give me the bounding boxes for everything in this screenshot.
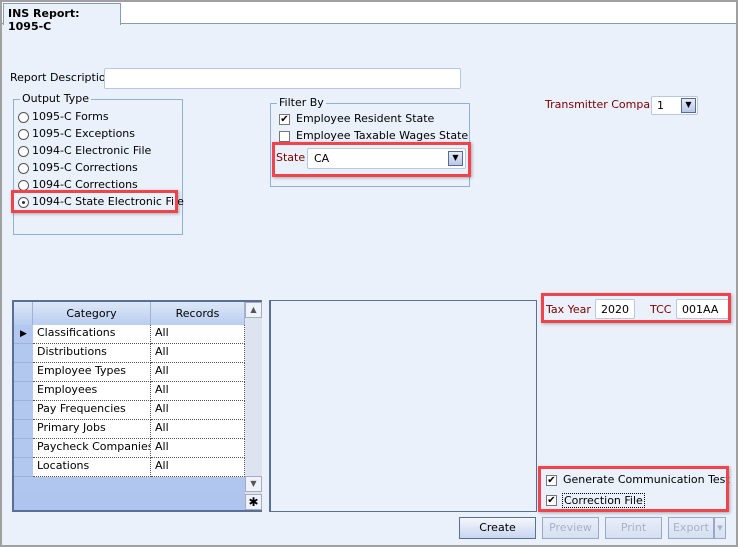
records-cell[interactable]: All <box>151 325 245 344</box>
employee-resident-state-label: Employee Resident State <box>296 112 435 125</box>
category-cell[interactable]: Employee Types <box>33 363 151 382</box>
output-type-legend: Output Type <box>20 92 91 105</box>
highlight-box-tax-year <box>541 293 731 323</box>
row-header[interactable] <box>14 401 33 420</box>
column-header-category[interactable]: Category <box>33 302 151 325</box>
row-header[interactable] <box>14 363 33 382</box>
tab-ins-report[interactable]: INS Report: 1095-C <box>3 3 121 33</box>
table-row[interactable]: Employees All <box>14 382 245 401</box>
row-header-corner <box>14 302 33 325</box>
records-cell[interactable]: All <box>151 439 245 458</box>
table-row[interactable]: Employee Types All <box>14 363 245 382</box>
transmitter-company-dropdown[interactable]: 1 ▼ <box>651 96 698 115</box>
records-cell[interactable]: All <box>151 382 245 401</box>
row-header[interactable] <box>14 420 33 439</box>
category-cell[interactable]: Paycheck Companies <box>33 439 151 458</box>
highlight-box-options <box>538 466 729 512</box>
highlight-box-output-type <box>11 190 178 213</box>
row-header[interactable] <box>14 382 33 401</box>
category-cell[interactable]: Distributions <box>33 344 151 363</box>
radio-icon <box>18 129 29 140</box>
chevron-down-icon[interactable]: ▼ <box>681 98 696 113</box>
detail-panel <box>269 300 537 512</box>
scroll-down-icon[interactable]: ▼ <box>245 476 262 492</box>
grid-scrollbar[interactable]: ▲ ▼ ✱ <box>245 302 262 510</box>
row-header[interactable] <box>14 439 33 458</box>
records-cell[interactable]: All <box>151 363 245 382</box>
category-cell[interactable]: Employees <box>33 382 151 401</box>
table-row[interactable]: Distributions All <box>14 344 245 363</box>
tab-bar: INS Report: 1095-C <box>2 2 736 33</box>
table-row[interactable]: ▶ Classifications All <box>14 325 245 344</box>
scroll-up-icon[interactable]: ▲ <box>245 302 262 318</box>
employee-resident-state-checkbox[interactable]: ✔ <box>279 114 290 125</box>
column-header-records[interactable]: Records <box>151 302 245 325</box>
report-description-input[interactable] <box>104 68 461 89</box>
radio-icon <box>18 163 29 174</box>
export-dropdown-icon[interactable]: ▼ <box>714 517 726 539</box>
report-window: INS Report: 1095-C Report Description Ou… <box>2 2 736 545</box>
row-header[interactable] <box>14 458 33 477</box>
preview-button[interactable]: Preview <box>542 517 599 539</box>
report-panel: Report Description Output Type 1095-C Fo… <box>2 24 736 545</box>
category-cell[interactable]: Locations <box>33 458 151 477</box>
row-header[interactable]: ▶ <box>14 325 33 344</box>
records-cell[interactable]: All <box>151 458 245 477</box>
transmitter-company-label: Transmitter Company <box>545 98 664 111</box>
employee-taxable-wages-state-label: Employee Taxable Wages State <box>296 129 469 142</box>
create-button[interactable]: Create <box>459 517 536 539</box>
category-cell[interactable]: Classifications <box>33 325 151 344</box>
table-row[interactable]: Locations All <box>14 458 245 477</box>
table-row[interactable]: Primary Jobs All <box>14 420 245 439</box>
filter-by-legend: Filter By <box>277 96 326 109</box>
records-cell[interactable]: All <box>151 420 245 439</box>
category-cell[interactable]: Pay Frequencies <box>33 401 151 420</box>
report-description-label: Report Description <box>10 71 113 84</box>
table-row[interactable]: Paycheck Companies All <box>14 439 245 458</box>
category-cell[interactable]: Primary Jobs <box>33 420 151 439</box>
new-row-icon[interactable]: ✱ <box>245 494 262 510</box>
records-cell[interactable]: All <box>151 344 245 363</box>
radio-icon <box>18 112 29 123</box>
employee-taxable-wages-state-checkbox[interactable] <box>279 131 290 142</box>
row-header[interactable] <box>14 344 33 363</box>
print-button[interactable]: Print <box>605 517 662 539</box>
export-button[interactable]: Export <box>668 517 714 539</box>
table-row[interactable]: Pay Frequencies All <box>14 401 245 420</box>
radio-icon <box>18 146 29 157</box>
category-grid: Category Records ▶ Classifications All D… <box>12 300 262 512</box>
records-cell[interactable]: All <box>151 401 245 420</box>
highlight-box-state <box>272 142 471 177</box>
